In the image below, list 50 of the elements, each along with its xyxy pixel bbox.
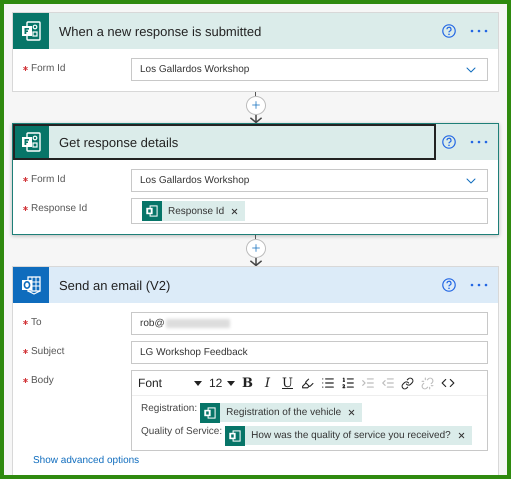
rich-text-editor[interactable]: Font 12 B I U Registration: Registration of the vehicle Quality of Service: How was the quality of service you received? [131, 370, 488, 451]
add-step-button[interactable] [246, 96, 266, 115]
dynamic-token[interactable]: How was the quality of service you received? [225, 426, 472, 445]
card-title: Get response details [59, 134, 180, 150]
remove-icon[interactable] [230, 206, 240, 216]
down-arrow-icon [248, 114, 262, 123]
body-text: Quality of Service: [141, 425, 222, 437]
plus-icon [250, 99, 262, 112]
more-options-button[interactable] [470, 29, 488, 33]
card-header[interactable]: Send an email (V2) [13, 267, 498, 303]
body-text: Registration: [141, 402, 198, 414]
field-label: To [31, 317, 42, 328]
forms-logo-icon [20, 131, 42, 153]
action-card[interactable] [12, 266, 499, 475]
more-options-button[interactable] [470, 140, 488, 144]
text-field[interactable]: LG Workshop Feedback [131, 341, 488, 364]
action-card[interactable]: When a new response is submitted Form Id Los Gallardos Workshop [12, 12, 499, 92]
field-label: Subject [31, 346, 64, 357]
dropdown-field[interactable]: Los Gallardos Workshop [131, 58, 488, 81]
more-options-button[interactable] [470, 283, 488, 287]
card-header[interactable]: Get response details [13, 124, 436, 160]
plus-icon [250, 242, 262, 254]
advanced-options-link[interactable]: Show advanced options [23, 455, 140, 467]
remove-icon[interactable] [456, 431, 466, 440]
remove-icon[interactable] [347, 408, 356, 417]
forms-logo-icon [225, 426, 246, 446]
card-title: When a new response is submitted [59, 24, 262, 38]
outlook-logo-icon [20, 274, 42, 296]
card-title: Send an email (V2) [59, 278, 172, 292]
dropdown-field[interactable]: Los Gallardos Workshop [131, 169, 488, 192]
field-label: Body [31, 375, 54, 386]
caret-icon [227, 380, 235, 386]
help-button[interactable] [442, 135, 456, 149]
down-arrow-icon [248, 258, 262, 266]
help-button[interactable] [442, 278, 456, 292]
help-button[interactable] [442, 24, 456, 38]
caret-icon [194, 380, 202, 386]
forms-logo-icon [200, 402, 220, 422]
add-step-button[interactable] [246, 238, 266, 258]
action-card[interactable]: Get response details Form Id Los Gallardos Workshop Response Id Response Id [12, 123, 499, 235]
token-field[interactable]: Response Id [131, 198, 488, 224]
field-label: Form Id [31, 174, 66, 185]
dynamic-token[interactable]: Response Id [142, 201, 246, 221]
field-label: Response Id [31, 203, 88, 214]
forms-logo-icon [142, 201, 162, 221]
card-header[interactable]: When a new response is submitted [13, 13, 498, 49]
text-field[interactable]: rob@ [131, 312, 488, 335]
field-label: Form Id [31, 63, 66, 74]
dynamic-token[interactable]: Registration of the vehicle [200, 403, 362, 422]
forms-logo-icon [20, 20, 42, 42]
